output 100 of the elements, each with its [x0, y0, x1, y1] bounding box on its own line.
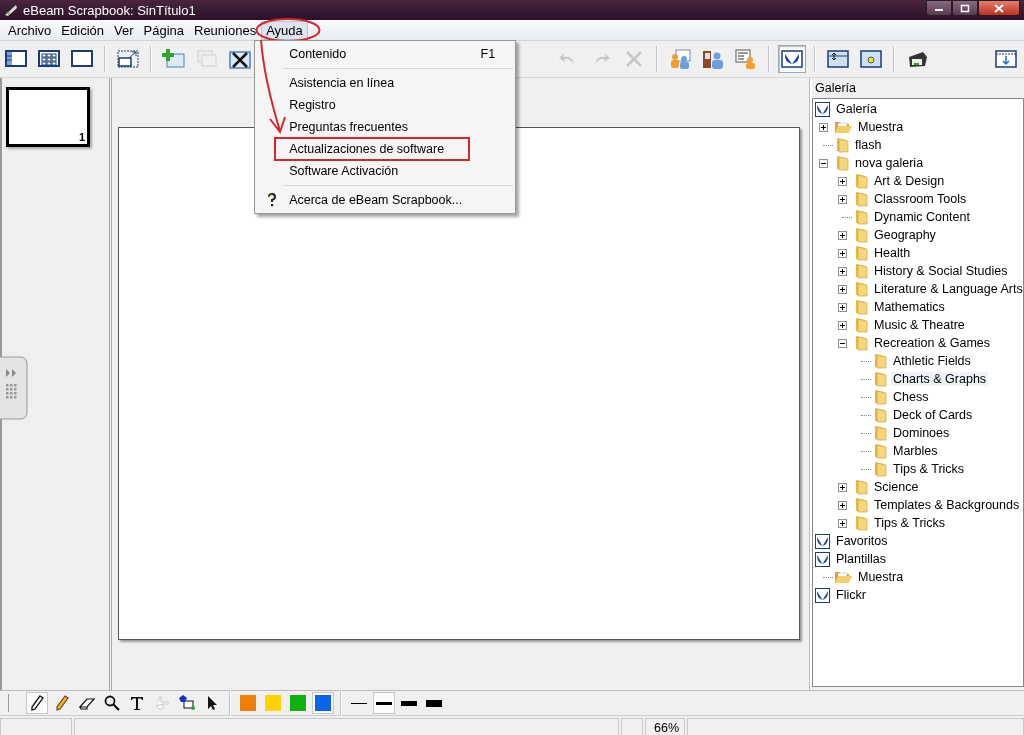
- help-icon: [267, 192, 278, 207]
- tree-item[interactable]: Marbles: [891, 444, 940, 458]
- menu-item[interactable]: Ver: [109, 20, 139, 40]
- magnifier-icon: [103, 694, 121, 712]
- person-door-icon: [701, 48, 725, 70]
- menu-option[interactable]: Registro: [289, 97, 336, 112]
- folder-icon: [834, 137, 849, 153]
- grid-view-icon: [37, 48, 61, 70]
- frame-arrows-icon: [826, 48, 850, 70]
- butterfly-icon: [815, 533, 830, 549]
- close-button[interactable]: [978, 0, 1020, 16]
- expand-button[interactable]: [838, 320, 847, 330]
- tree-item[interactable]: Art & Design: [872, 174, 947, 188]
- tree-item[interactable]: History & Social Studies: [872, 264, 1010, 278]
- folder-icon: [872, 353, 887, 369]
- page-list-icon: [4, 48, 28, 70]
- highlighter-icon: [53, 694, 71, 712]
- folder-icon: [872, 407, 887, 423]
- tree-item[interactable]: nova galeria: [853, 156, 926, 170]
- butterfly-icon: [815, 551, 830, 567]
- menu-item[interactable]: Página: [138, 20, 189, 40]
- duplicate-page-icon: [195, 48, 219, 70]
- panel-toggle-tab[interactable]: [0, 356, 28, 420]
- expand-button[interactable]: [819, 122, 828, 132]
- minimize-button[interactable]: [926, 0, 952, 16]
- expand-button[interactable]: [838, 266, 847, 276]
- app-icon: [4, 3, 18, 17]
- expand-button[interactable]: [838, 500, 847, 510]
- folder-icon: [853, 173, 868, 189]
- expand-button[interactable]: [838, 302, 847, 312]
- butterfly-icon: [815, 587, 830, 603]
- color-swatch[interactable]: [287, 692, 309, 714]
- folder-icon: [872, 371, 887, 387]
- tree-item[interactable]: Charts & Graphs: [891, 372, 989, 386]
- tree-item[interactable]: Tips & Tricks: [891, 462, 967, 476]
- folder-icon: [853, 227, 868, 243]
- tree-item[interactable]: Classroom Tools: [872, 192, 969, 206]
- pen-icon: [28, 694, 46, 712]
- page-thumbnail[interactable]: 1: [6, 87, 90, 147]
- menu-option[interactable]: Asistencia en línea: [289, 75, 395, 90]
- menu-item[interactable]: Reuniones: [189, 20, 262, 40]
- tree-item[interactable]: Templates & Backgrounds: [872, 498, 1022, 512]
- menu-option[interactable]: Actualizaciones de software: [289, 141, 445, 156]
- tree-item[interactable]: Flickr: [834, 588, 868, 602]
- expand-button[interactable]: [838, 482, 847, 492]
- folder-icon: [853, 497, 868, 513]
- tree-item[interactable]: Deck of Cards: [891, 408, 975, 422]
- tree-item[interactable]: Dynamic Content: [872, 210, 972, 224]
- menu-item[interactable]: Archivo: [3, 20, 57, 40]
- tree-item[interactable]: Recreation & Games: [872, 336, 993, 350]
- tree-item[interactable]: Muestra: [856, 120, 906, 134]
- color-swatch[interactable]: [312, 692, 334, 714]
- tree-item[interactable]: Favoritos: [834, 534, 890, 548]
- folder-icon: [872, 443, 887, 459]
- butterfly-button[interactable]: [778, 45, 806, 73]
- butterfly-icon: [780, 48, 804, 70]
- expand-button[interactable]: [838, 284, 847, 294]
- resize-icon: [116, 48, 140, 70]
- menu-item[interactable]: Edición: [56, 20, 109, 40]
- color-swatch[interactable]: [237, 692, 259, 714]
- tree-item[interactable]: Athletic Fields: [891, 354, 973, 368]
- menu-item[interactable]: Ayuda: [261, 20, 308, 40]
- color-swatch[interactable]: [262, 692, 284, 714]
- tree-item[interactable]: Chess: [891, 390, 931, 404]
- line-width-option[interactable]: [373, 692, 395, 714]
- expand-button[interactable]: [838, 194, 847, 204]
- tree-item[interactable]: Music & Theatre: [872, 318, 967, 332]
- tree-item[interactable]: Dominoes: [891, 426, 952, 440]
- expand-button[interactable]: [838, 176, 847, 186]
- folder-icon: [834, 155, 849, 171]
- folder-icon: [853, 479, 868, 495]
- tree-item[interactable]: Geography: [872, 228, 938, 242]
- folder-icon: [853, 263, 868, 279]
- zoom-level: 66%: [645, 718, 685, 735]
- menu-option[interactable]: Software Activación: [289, 163, 399, 178]
- menu-option[interactable]: Contenido: [289, 46, 347, 61]
- tree-item[interactable]: Galería: [834, 102, 879, 116]
- folder-icon: [872, 389, 887, 405]
- open-folder-icon: [834, 119, 852, 135]
- text-icon: [128, 694, 146, 712]
- tree-item[interactable]: Tips & Tricks: [872, 516, 948, 530]
- expand-button[interactable]: [838, 248, 847, 258]
- pen-tool[interactable]: [26, 692, 48, 714]
- tree-item[interactable]: Science: [872, 480, 921, 494]
- tree-item[interactable]: Health: [872, 246, 913, 260]
- maximize-button[interactable]: [952, 0, 978, 16]
- collapse-button[interactable]: [819, 158, 828, 168]
- tree-item[interactable]: Plantillas: [834, 552, 889, 566]
- status-panel: [621, 718, 643, 735]
- menu-option[interactable]: Preguntas frecuentes: [289, 119, 408, 134]
- collapse-button[interactable]: [838, 338, 847, 348]
- tree-item[interactable]: Mathematics: [872, 300, 947, 314]
- expand-button[interactable]: [838, 518, 847, 528]
- tree-item[interactable]: Muestra: [856, 570, 906, 584]
- panel-title: Galería: [814, 80, 857, 97]
- tree-item[interactable]: Literature & Language Arts: [872, 282, 1024, 296]
- tree-item[interactable]: flash: [853, 138, 884, 152]
- expand-button[interactable]: [838, 230, 847, 240]
- menu-option[interactable]: Acerca de eBeam Scrapbook...: [289, 192, 463, 207]
- folder-icon: [853, 281, 868, 297]
